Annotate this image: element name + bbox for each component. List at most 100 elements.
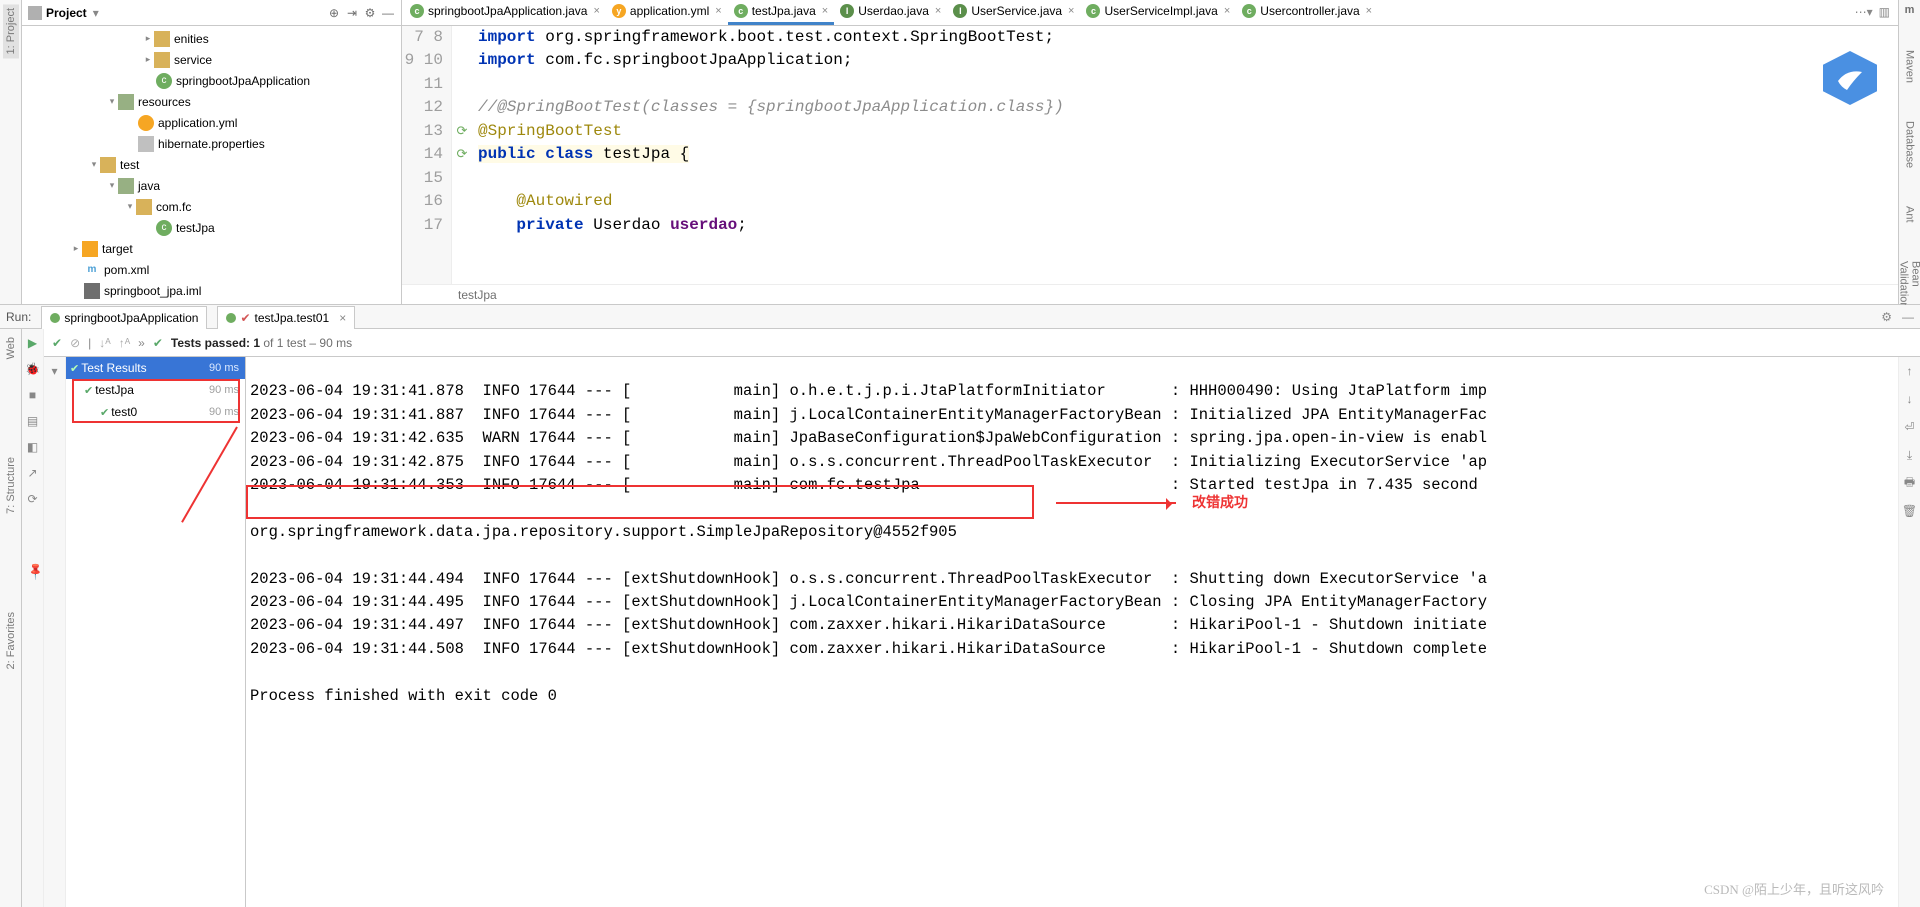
run-gutter-icon[interactable]: ⟳ <box>452 143 472 167</box>
scroll-icon[interactable]: ⤓ <box>1902 447 1918 463</box>
stop-icon[interactable]: ■ <box>25 387 41 403</box>
tool-database[interactable]: Database <box>1902 117 1918 172</box>
disabled-icon[interactable]: ⊘ <box>70 336 80 350</box>
tool-bean[interactable]: Bean Validation <box>1896 257 1920 313</box>
annotation-line <box>181 427 238 523</box>
test-toolbar: ▾ <box>44 357 66 907</box>
hide-icon[interactable]: — <box>381 6 395 20</box>
locate-icon[interactable]: ⊕ <box>327 6 341 20</box>
history-icon[interactable]: ⟳ <box>25 491 41 507</box>
console-line: 2023-06-04 19:31:44.497 INFO 17644 --- [… <box>250 616 1487 634</box>
code-editor[interactable]: 7 8 9 10 11 12 13 14 15 16 17 ⟳ ⟳ import… <box>402 26 1898 285</box>
trash-icon[interactable]: 🗑 <box>1902 503 1918 519</box>
run-tab-springboot[interactable]: springbootJpaApplication <box>41 306 207 329</box>
tab-userdao[interactable]: IUserdao.java× <box>834 0 947 25</box>
split-icon[interactable]: ▥ <box>1879 5 1890 19</box>
gear-icon[interactable]: ⚙ <box>1881 310 1892 324</box>
console-line: 2023-06-04 19:31:44.494 INFO 17644 --- [… <box>250 570 1487 588</box>
tool-structure[interactable]: 7: Structure <box>3 453 19 518</box>
tab-userserviceimpl[interactable]: cUserServiceImpl.java× <box>1080 0 1236 25</box>
test-node-testjpa[interactable]: ✔ testJpa90 ms <box>66 379 245 401</box>
sort-za-icon[interactable]: ↑ᴬ <box>119 336 130 350</box>
close-icon[interactable]: × <box>933 5 941 17</box>
tab-springbootapp[interactable]: cspringbootJpaApplication.java× <box>404 0 606 25</box>
close-icon[interactable]: × <box>820 5 828 17</box>
tests-passed-text: Tests passed: 1 <box>171 336 260 350</box>
breadcrumb[interactable]: testJpa <box>402 284 1898 304</box>
up-icon[interactable]: ↑ <box>1902 363 1918 379</box>
tree-node-java[interactable]: java <box>138 179 160 193</box>
run-label: Run: <box>6 310 31 324</box>
debug-icon[interactable]: 🐞 <box>25 361 41 377</box>
expand-icon[interactable]: ▾ <box>47 363 63 379</box>
tool-ant[interactable]: Ant <box>1902 202 1918 227</box>
project-header: Project ▾ ⊕ ⇥ ⚙ — <box>22 0 401 26</box>
tests-tail-text: of 1 test – 90 ms <box>260 336 352 350</box>
left-toolstrip-bottom: Web 7: Structure 2: Favorites <box>0 329 22 907</box>
tree-node-test[interactable]: test <box>120 158 139 172</box>
tab-usercontroller[interactable]: cUsercontroller.java× <box>1236 0 1378 25</box>
export-icon[interactable]: ↗ <box>25 465 41 481</box>
right-toolstrip: m Maven Database Ant Bean Validation Nex… <box>1898 0 1920 304</box>
tool-project-label[interactable]: 1: Project <box>3 4 19 58</box>
clipboard-icon[interactable]: ▤ <box>25 413 41 429</box>
tool-web[interactable]: Web <box>3 333 19 363</box>
close-icon[interactable]: × <box>591 5 599 17</box>
console-line: 2023-06-04 19:31:44.508 INFO 17644 --- [… <box>250 640 1487 658</box>
tree-node-enities[interactable]: enities <box>174 32 209 46</box>
run-left-toolbar: ▶ 🐞 ■ ▤ ◧ ↗ ⟳ <box>22 329 44 907</box>
collapse-icon[interactable]: ⇥ <box>345 6 359 20</box>
run-icon[interactable]: ▶ <box>25 335 41 351</box>
tree-node-service[interactable]: service <box>174 53 212 67</box>
camera-icon[interactable]: ◧ <box>25 439 41 455</box>
chevron-down-icon[interactable]: ▾ <box>93 6 99 20</box>
run-gutter-icon[interactable]: ⟳ <box>452 120 472 144</box>
m-icon[interactable]: m <box>1905 4 1915 16</box>
check-icon[interactable]: ✔ <box>52 336 62 350</box>
close-icon[interactable]: × <box>333 311 346 325</box>
tool-maven[interactable]: Maven <box>1902 46 1918 87</box>
wrap-icon[interactable]: ⏎ <box>1902 419 1918 435</box>
console-line: 2023-06-04 19:31:41.878 INFO 17644 --- [… <box>250 382 1487 400</box>
console-line: 2023-06-04 19:31:44.495 INFO 17644 --- [… <box>250 593 1487 611</box>
gear-icon[interactable]: ⚙ <box>363 6 377 20</box>
console-line: org.springframework.data.jpa.repository.… <box>250 523 957 541</box>
tree-node-resources[interactable]: resources <box>138 95 191 109</box>
run-tab-testjpa[interactable]: ✔ testJpa.test01× <box>217 306 355 329</box>
test-node-test0[interactable]: ✔ test090 ms <box>66 401 245 423</box>
tree-node-hibprops[interactable]: hibernate.properties <box>158 137 265 151</box>
run-toolbar: ✔ ⊘ | ↓ᴬ ↑ᴬ » ✔ Tests passed: 1 of 1 tes… <box>44 329 1920 357</box>
tree-node-comfc[interactable]: com.fc <box>156 200 191 214</box>
close-icon[interactable]: × <box>1222 5 1230 17</box>
tree-node-iml[interactable]: springboot_jpa.iml <box>104 284 201 298</box>
project-tree[interactable]: ▸enities ▸service cspringbootJpaApplicat… <box>22 26 401 304</box>
test-root[interactable]: ✔ Test Results90 ms <box>66 357 245 379</box>
tree-node-pom[interactable]: pom.xml <box>104 263 149 277</box>
code-body[interactable]: import org.springframework.boot.test.con… <box>472 26 1898 285</box>
project-title[interactable]: Project <box>46 6 87 20</box>
gutter-line-numbers: 7 8 9 10 11 12 13 14 15 16 17 <box>402 26 452 285</box>
console-line: 2023-06-04 19:31:42.875 INFO 17644 --- [… <box>250 453 1487 471</box>
tests-passed-check: ✔ <box>153 336 163 350</box>
test-tree[interactable]: ✔ Test Results90 ms ✔ testJpa90 ms ✔ tes… <box>66 357 246 907</box>
editor-tabs: cspringbootJpaApplication.java× yapplica… <box>402 0 1898 26</box>
tree-node-appyml[interactable]: application.yml <box>158 116 237 130</box>
hide-icon[interactable]: — <box>1902 310 1914 324</box>
console-right-toolbar: ↑ ↓ ⏎ ⤓ 🖶 🗑 <box>1898 357 1920 907</box>
tool-favorites[interactable]: 2: Favorites <box>3 608 19 673</box>
tree-node-testjpa[interactable]: testJpa <box>176 221 215 235</box>
down-icon[interactable]: ↓ <box>1902 391 1918 407</box>
close-icon[interactable]: × <box>1364 5 1372 17</box>
sort-az-icon[interactable]: ↓ᴬ <box>99 336 110 350</box>
gutter-marks: ⟳ ⟳ <box>452 26 472 285</box>
tab-applicationyml[interactable]: yapplication.yml× <box>606 0 728 25</box>
tree-node-target[interactable]: target <box>102 242 133 256</box>
print-icon[interactable]: 🖶 <box>1902 475 1918 491</box>
tab-testjpa[interactable]: ctestJpa.java× <box>728 0 834 25</box>
tab-userservice[interactable]: IUserService.java× <box>947 0 1080 25</box>
console-output[interactable]: 2023-06-04 19:31:41.878 INFO 17644 --- [… <box>246 357 1898 907</box>
tabs-dropdown-icon[interactable]: ⋯▾ <box>1855 5 1873 19</box>
tree-node-app[interactable]: springbootJpaApplication <box>176 74 310 88</box>
close-icon[interactable]: × <box>713 5 721 17</box>
close-icon[interactable]: × <box>1066 5 1074 17</box>
